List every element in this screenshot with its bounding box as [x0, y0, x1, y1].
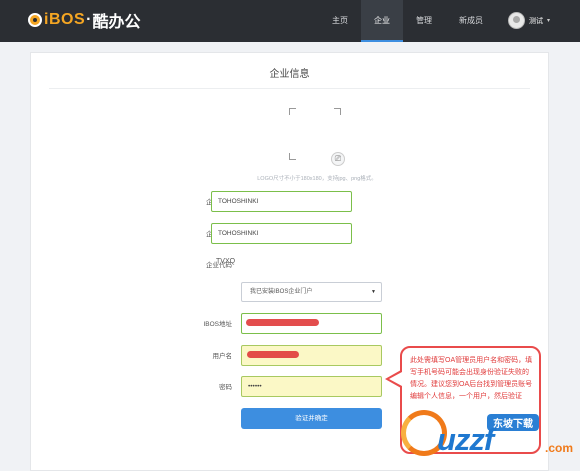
redaction-mark — [246, 319, 319, 326]
watermark-tld: .com — [545, 441, 574, 455]
nav-new-member[interactable]: 新成员 — [445, 0, 497, 42]
verify-and-confirm-button[interactable]: 验证并确定 — [241, 408, 382, 429]
enterprise-code-value: TVXQ — [216, 258, 236, 265]
watermark-brand: uzzf — [437, 422, 494, 457]
nav-enterprise[interactable]: 企业 — [361, 0, 403, 42]
password-input[interactable]: •••••• — [241, 376, 382, 397]
ibos-install-select[interactable]: 我已安装IBOS企业门户 ▼ — [241, 282, 382, 302]
watermark-tag: 东坡下载 — [487, 414, 539, 431]
full-name-input[interactable]: TOHOSHINKI — [211, 223, 352, 244]
user-menu[interactable]: 测试 ▾ — [508, 12, 550, 29]
password-label: 密码 — [219, 384, 232, 391]
logo-icon — [28, 13, 42, 27]
redaction-mark — [247, 351, 299, 358]
nav-manage[interactable]: 管理 — [403, 0, 445, 42]
site-watermark: 东坡下载 uzzf .com — [395, 402, 580, 471]
nav-home[interactable]: 主页 — [319, 0, 361, 42]
edit-logo-icon[interactable]: ⎚ — [331, 152, 345, 166]
user-avatar — [508, 12, 525, 29]
logo-size-hint: LOGO尺寸不小于180x180，支持jpg、png格式。 — [257, 176, 377, 182]
logo-upload-area[interactable]: ⎚ — [289, 108, 345, 166]
top-navigation-bar: iBOS · 酷办公 主页 企业 管理 新成员 测试 ▾ — [0, 0, 580, 42]
page-title: 企业信息 — [269, 69, 310, 80]
logo-dot: · — [86, 11, 92, 28]
title-divider — [49, 88, 530, 89]
logo-chinese: 酷办公 — [92, 14, 141, 31]
logo-latin: iBOS — [44, 11, 86, 28]
ibos-logo[interactable]: iBOS · 酷办公 — [28, 9, 140, 31]
username-label: 用户名 — [212, 353, 233, 360]
callout-arrow-inner — [389, 372, 402, 386]
chevron-down-icon: ▾ — [547, 18, 551, 24]
ibos-url-label: IBOS地址 — [203, 321, 232, 328]
user-name: 测试 — [529, 17, 543, 25]
short-name-input[interactable]: TOHOSHINKI — [211, 191, 352, 212]
chevron-down-icon: ▼ — [371, 289, 376, 295]
ibos-install-select-value: 我已安装IBOS企业门户 — [250, 289, 313, 295]
